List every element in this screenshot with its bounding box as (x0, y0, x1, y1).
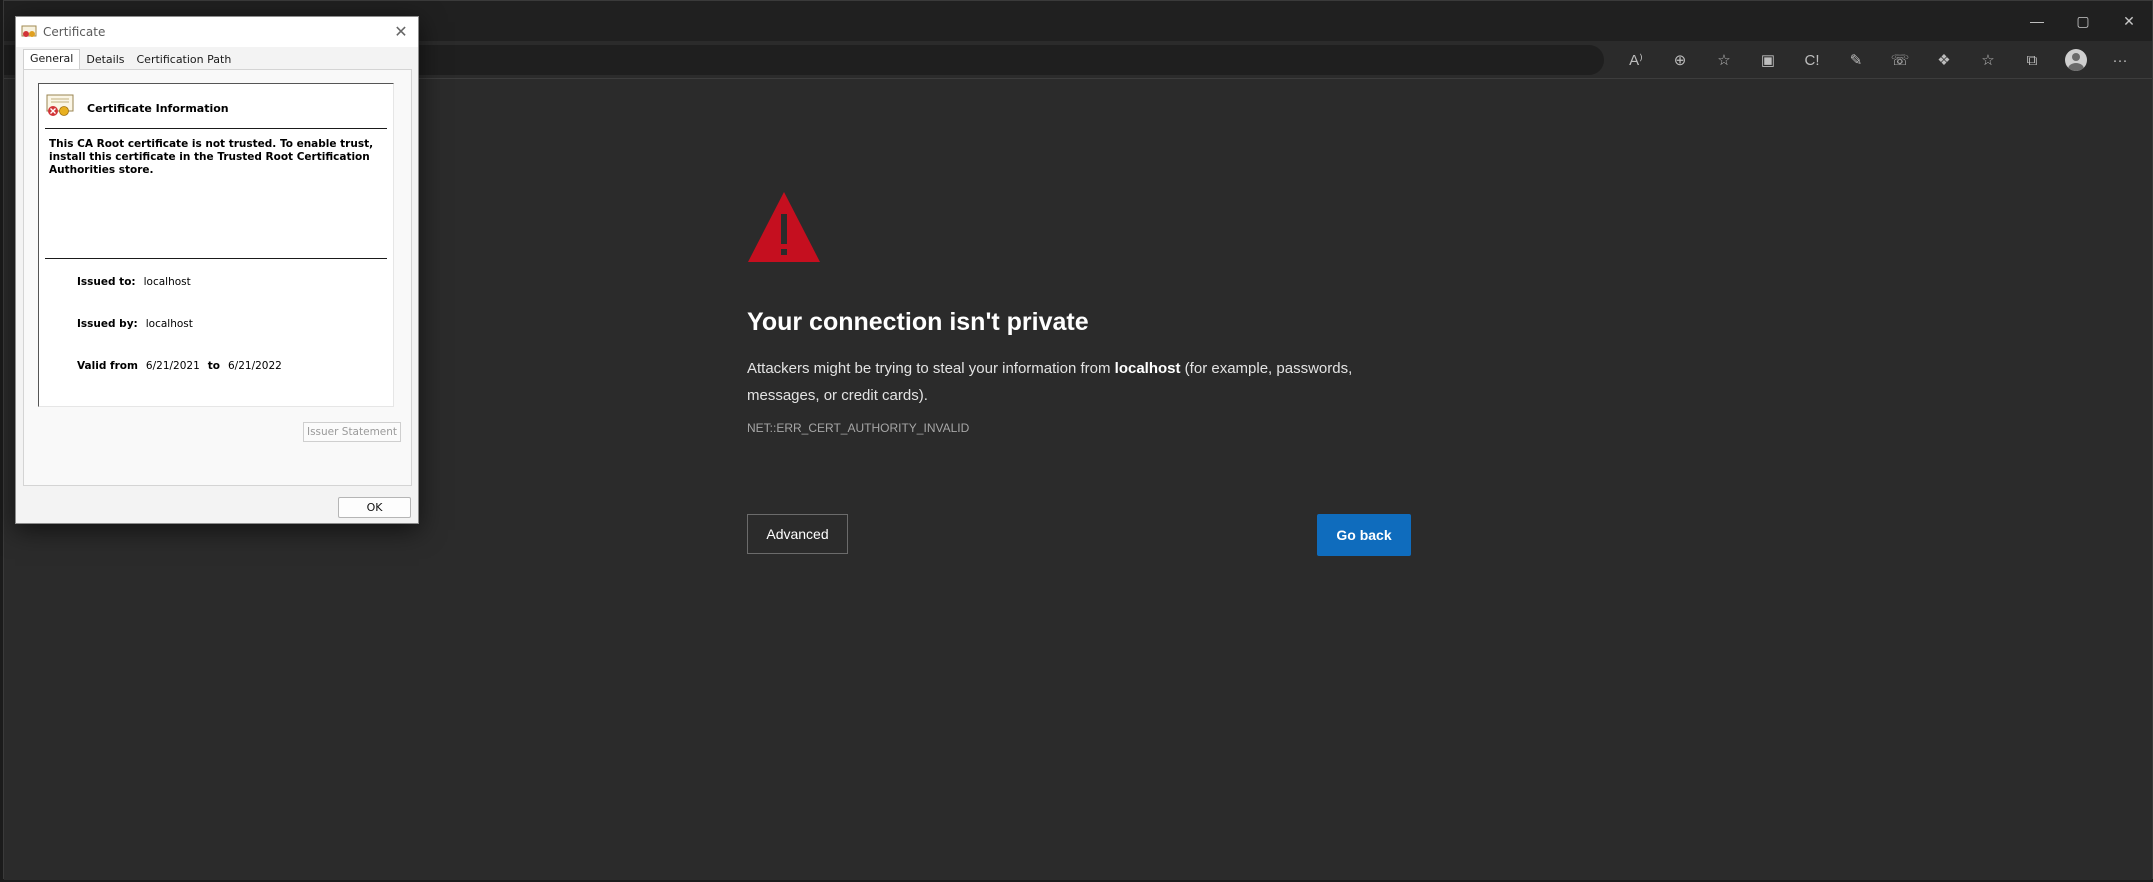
error-block: Your connection isn't private Attackers … (747, 190, 1467, 435)
valid-to-value: 6/21/2022 (228, 360, 282, 372)
general-tab-panel: Certificate Information This CA Root cer… (23, 69, 412, 486)
valid-to-label: to (207, 360, 220, 372)
favorites-button[interactable]: ☆ (1966, 41, 2010, 79)
close-icon: ✕ (2123, 12, 2135, 29)
zoom-button[interactable]: ⊕ (1658, 41, 1702, 79)
valid-from-value: 6/21/2021 (145, 360, 200, 372)
add-favorite-icon: ☆ (1717, 52, 1731, 69)
extensions-button[interactable]: ❖ (1922, 41, 1966, 79)
valid-from-label: Valid from (77, 360, 138, 372)
dialog-tabs: General Details Certification Path (23, 49, 238, 70)
certificate-info-box: Certificate Information This CA Root cer… (38, 83, 394, 407)
toolbar-icons: A⁾ ⊕ ☆ ▣ C! ✎ ☏ ❖ ☆ ⧉ ··· (1614, 41, 2142, 79)
error-host: localhost (1114, 360, 1181, 377)
favorites-icon: ☆ (1981, 52, 1995, 69)
extension-button-4[interactable]: ☏ (1878, 41, 1922, 79)
read-aloud-button[interactable]: A⁾ (1614, 41, 1658, 79)
warning-icon (748, 192, 820, 262)
maximize-button[interactable]: ▢ (2060, 1, 2106, 41)
extension-icon-3: ✎ (1849, 52, 1863, 69)
close-icon: ✕ (394, 22, 408, 41)
certificate-info-text: This CA Root certificate is not trusted.… (49, 138, 374, 176)
advanced-button[interactable]: Advanced (747, 514, 848, 554)
ok-button[interactable]: OK (338, 497, 411, 518)
zoom-icon: ⊕ (1673, 52, 1687, 69)
valid-range-row: Valid from 6/21/2021 to 6/21/2022 (77, 360, 282, 372)
extensions-icon: ❖ (1937, 52, 1951, 69)
issuer-statement-button[interactable]: Issuer Statement (303, 422, 401, 442)
certificate-info-heading: Certificate Information (87, 102, 229, 115)
dialog-title: Certificate (43, 25, 106, 39)
error-title: Your connection isn't private (747, 308, 1089, 336)
maximize-icon: ▢ (2076, 12, 2090, 29)
profile-button[interactable] (2054, 41, 2098, 79)
profile-icon (2065, 49, 2087, 71)
divider (45, 258, 387, 259)
close-window-button[interactable]: ✕ (2106, 1, 2152, 41)
issued-to-value: localhost (143, 276, 191, 288)
extension-button-2[interactable]: C! (1790, 41, 1834, 79)
extension-icon-2: C! (1804, 51, 1820, 69)
extension-icon-4: ☏ (1890, 52, 1910, 69)
more-button[interactable]: ··· (2098, 41, 2142, 79)
extension-button-1[interactable]: ▣ (1746, 41, 1790, 79)
error-description: Attackers might be trying to steal your … (747, 355, 1387, 409)
more-icon: ··· (2112, 51, 2128, 69)
add-favorite-button[interactable]: ☆ (1702, 41, 1746, 79)
minimize-button[interactable]: — (2014, 1, 2060, 41)
tab-details[interactable]: Details (80, 50, 130, 70)
issued-by-row: Issued by: localhost (77, 318, 193, 330)
untrusted-certificate-icon (46, 94, 74, 116)
issued-to-row: Issued to: localhost (77, 276, 191, 288)
window-controls: — ▢ ✕ (2014, 1, 2152, 41)
tab-certification-path[interactable]: Certification Path (131, 50, 238, 70)
issued-by-value: localhost (145, 318, 193, 330)
divider (45, 128, 387, 129)
minimize-icon: — (2030, 13, 2044, 29)
collections-button[interactable]: ⧉ (2010, 41, 2054, 79)
issued-by-label: Issued by: (77, 318, 138, 330)
go-back-button[interactable]: Go back (1317, 514, 1411, 556)
error-code: NET::ERR_CERT_AUTHORITY_INVALID (747, 421, 970, 435)
dialog-close-button[interactable]: ✕ (392, 23, 410, 41)
read-aloud-icon: A⁾ (1629, 52, 1643, 69)
issued-to-label: Issued to: (77, 276, 136, 288)
dialog-titlebar: Certificate ✕ (16, 17, 418, 47)
error-description-text: Attackers might be trying to steal your … (747, 360, 1115, 377)
extension-icon-1: ▣ (1760, 52, 1776, 69)
certificate-icon (21, 25, 37, 37)
extension-button-3[interactable]: ✎ (1834, 41, 1878, 79)
tab-general[interactable]: General (23, 49, 81, 69)
certificate-dialog: Certificate ✕ General Details Certificat… (15, 16, 419, 524)
collections-icon: ⧉ (2026, 51, 2038, 69)
